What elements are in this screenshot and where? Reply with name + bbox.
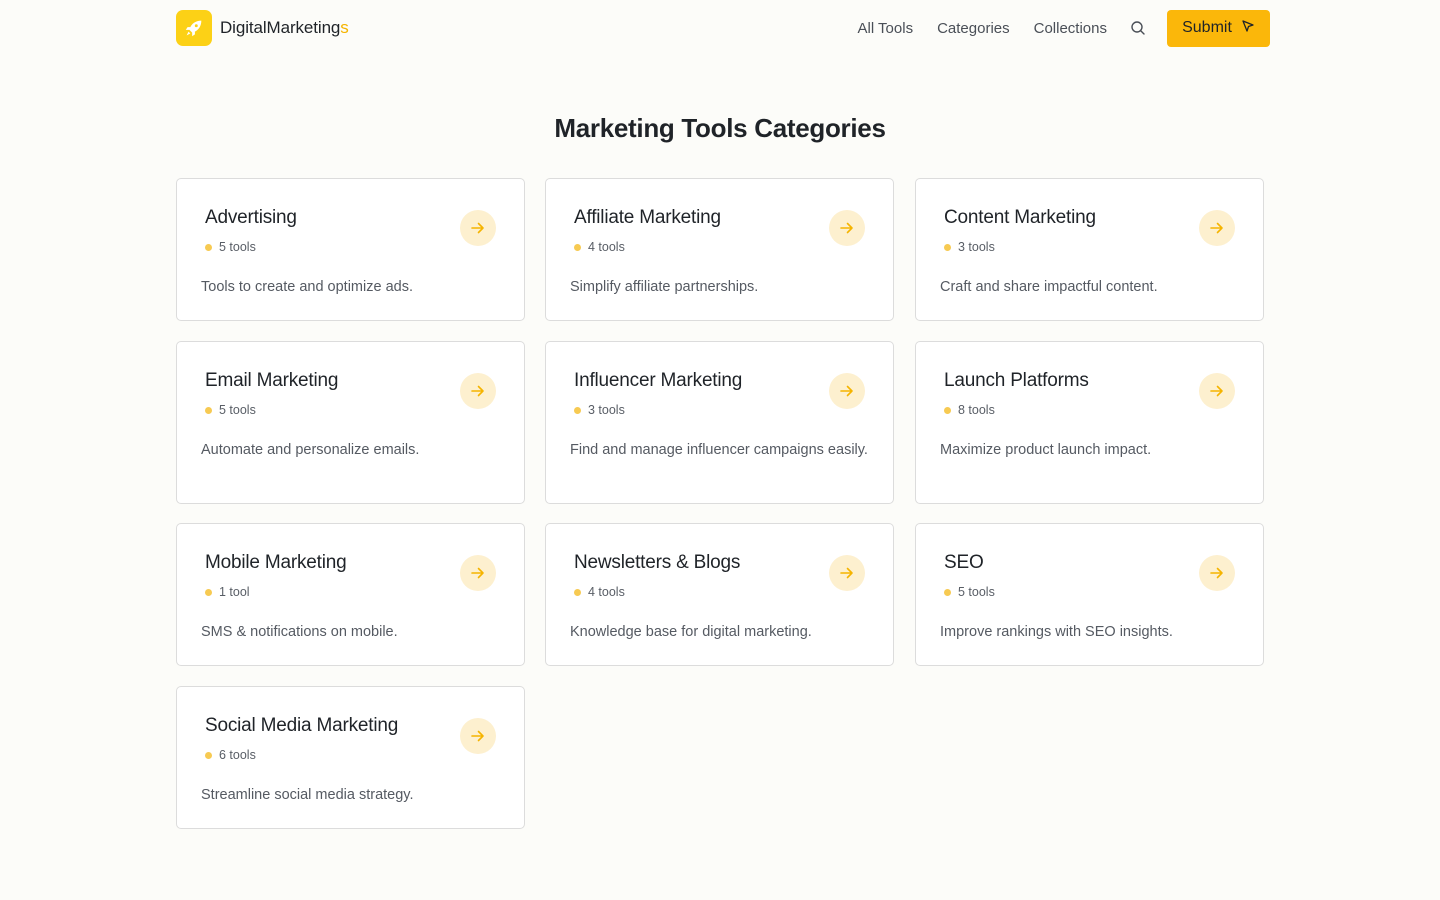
dot-icon — [944, 243, 951, 251]
category-card-content-marketing[interactable]: Content Marketing 3 tools Craft and shar… — [915, 178, 1264, 321]
card-description: Automate and personalize emails. — [201, 442, 420, 458]
card-count: 3 tools — [944, 240, 995, 254]
tool-count: 6 tools — [219, 748, 256, 762]
dot-icon — [574, 243, 581, 251]
card-description: Craft and share impactful content. — [940, 279, 1158, 295]
tool-count: 5 tools — [219, 240, 256, 254]
tool-count: 4 tools — [588, 240, 625, 254]
card-title: SEO — [944, 552, 984, 573]
arrow-right-icon[interactable] — [460, 718, 496, 754]
nav-all-tools[interactable]: All Tools — [857, 20, 913, 37]
card-count: 6 tools — [205, 748, 256, 762]
arrow-right-icon[interactable] — [1199, 210, 1235, 246]
arrow-right-icon[interactable] — [460, 555, 496, 591]
dot-icon — [205, 406, 212, 414]
tool-count: 3 tools — [588, 403, 625, 417]
brand-main: DigitalMarketing — [220, 18, 341, 37]
search-icon[interactable] — [1129, 19, 1147, 37]
category-card-mobile-marketing[interactable]: Mobile Marketing 1 tool SMS & notificati… — [176, 523, 525, 666]
card-title: Content Marketing — [944, 207, 1096, 228]
arrow-right-icon[interactable] — [829, 373, 865, 409]
submit-label: Submit — [1182, 19, 1232, 36]
card-count: 3 tools — [574, 403, 625, 417]
card-description: Streamline social media strategy. — [201, 787, 414, 803]
tool-count: 3 tools — [958, 240, 995, 254]
category-card-social-media-marketing[interactable]: Social Media Marketing 6 tools Streamlin… — [176, 686, 525, 829]
category-card-influencer-marketing[interactable]: Influencer Marketing 3 tools Find and ma… — [545, 341, 894, 504]
brand-suffix: s — [340, 18, 349, 37]
card-description: Knowledge base for digital marketing. — [570, 624, 812, 640]
submit-button[interactable]: Submit — [1167, 9, 1270, 47]
card-title: Affiliate Marketing — [574, 207, 721, 228]
card-count: 4 tools — [574, 585, 625, 599]
card-count: 5 tools — [205, 240, 256, 254]
arrow-right-icon[interactable] — [460, 373, 496, 409]
card-count: 1 tool — [205, 585, 250, 599]
brand-name: DigitalMarketings — [220, 18, 349, 38]
tool-count: 1 tool — [219, 585, 250, 599]
card-description: Tools to create and optimize ads. — [201, 279, 413, 295]
card-title: Launch Platforms — [944, 370, 1089, 391]
rocket-icon — [176, 10, 212, 46]
card-count: 4 tools — [574, 240, 625, 254]
nav-collections[interactable]: Collections — [1034, 20, 1107, 37]
nav-categories[interactable]: Categories — [937, 20, 1010, 37]
dot-icon — [574, 588, 581, 596]
card-description: Improve rankings with SEO insights. — [940, 624, 1173, 640]
arrow-right-icon[interactable] — [1199, 373, 1235, 409]
category-card-affiliate-marketing[interactable]: Affiliate Marketing 4 tools Simplify aff… — [545, 178, 894, 321]
site-header: DigitalMarketings All Tools Categories C… — [176, 9, 1270, 47]
arrow-right-icon[interactable] — [1199, 555, 1235, 591]
card-description: SMS & notifications on mobile. — [201, 624, 398, 640]
card-count: 5 tools — [205, 403, 256, 417]
dot-icon — [944, 588, 951, 596]
dot-icon — [205, 588, 212, 596]
site-logo[interactable]: DigitalMarketings — [176, 10, 349, 46]
dot-icon — [574, 406, 581, 414]
category-card-email-marketing[interactable]: Email Marketing 5 tools Automate and per… — [176, 341, 525, 504]
dot-icon — [205, 243, 212, 251]
card-count: 5 tools — [944, 585, 995, 599]
card-description: Maximize product launch impact. — [940, 442, 1152, 458]
tool-count: 5 tools — [219, 403, 256, 417]
arrow-right-icon[interactable] — [829, 210, 865, 246]
tool-count: 5 tools — [958, 585, 995, 599]
arrow-right-icon[interactable] — [829, 555, 865, 591]
card-description: Find and manage influencer campaigns eas… — [570, 442, 868, 458]
card-title: Mobile Marketing — [205, 552, 347, 573]
dot-icon — [205, 751, 212, 759]
tool-count: 4 tools — [588, 585, 625, 599]
card-description: Simplify affiliate partnerships. — [570, 279, 759, 295]
card-title: Social Media Marketing — [205, 715, 399, 736]
page-title: Marketing Tools Categories — [554, 113, 886, 143]
main-nav: All Tools Categories Collections Submit — [857, 9, 1270, 47]
card-title: Newsletters & Blogs — [574, 552, 741, 573]
category-card-seo[interactable]: SEO 5 tools Improve rankings with SEO in… — [915, 523, 1264, 666]
card-count: 8 tools — [944, 403, 995, 417]
category-card-launch-platforms[interactable]: Launch Platforms 8 tools Maximize produc… — [915, 341, 1264, 504]
category-card-newsletters-blogs[interactable]: Newsletters & Blogs 4 tools Knowledge ba… — [545, 523, 894, 666]
card-title: Advertising — [205, 207, 297, 228]
tool-count: 8 tools — [958, 403, 995, 417]
card-title: Email Marketing — [205, 370, 339, 391]
card-title: Influencer Marketing — [574, 370, 743, 391]
cursor-icon — [1241, 19, 1255, 38]
category-card-advertising[interactable]: Advertising 5 tools Tools to create and … — [176, 178, 525, 321]
dot-icon — [944, 406, 951, 414]
arrow-right-icon[interactable] — [460, 210, 496, 246]
